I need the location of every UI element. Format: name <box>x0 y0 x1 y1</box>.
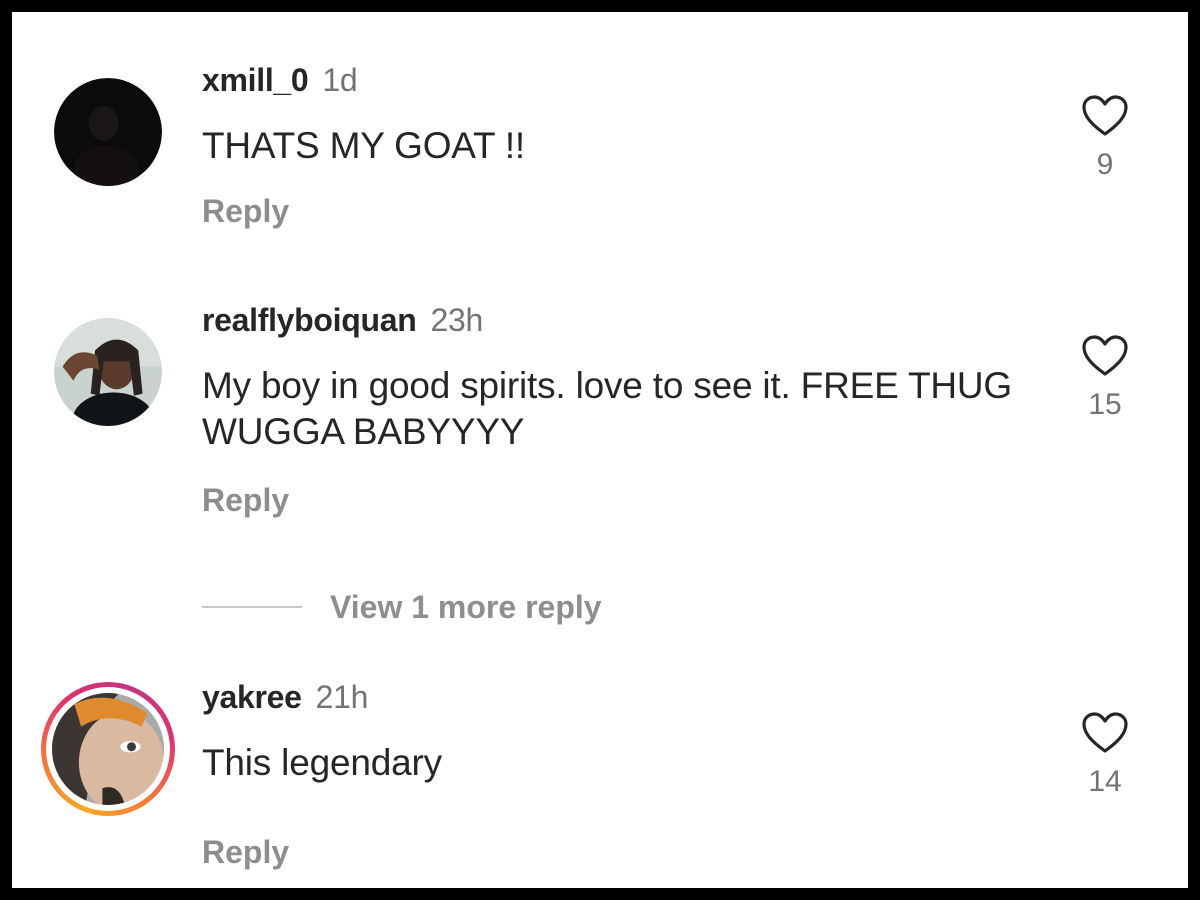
reply-button[interactable]: Reply <box>202 193 289 230</box>
story-ring-inner <box>46 687 170 811</box>
username-text[interactable]: xmill_0 <box>202 62 309 98</box>
username-text[interactable]: yakree <box>202 679 302 715</box>
comment-username[interactable]: yakree 21h <box>202 679 368 716</box>
comment-username[interactable]: xmill_0 1d <box>202 62 358 99</box>
like-button[interactable]: 9 <box>1075 94 1135 182</box>
avatar[interactable] <box>54 318 162 426</box>
heart-icon <box>1082 95 1128 136</box>
comment-time: 23h <box>430 302 484 338</box>
dark-avatar-icon <box>54 78 162 186</box>
comment-text: This legendary <box>202 742 442 783</box>
avatar[interactable] <box>52 693 164 805</box>
comment-time: 21h <box>315 679 369 715</box>
comment-text: My boy in good spirits. love to see it. … <box>202 365 1012 452</box>
reply-button[interactable]: Reply <box>202 834 289 871</box>
person-photo-avatar-icon <box>54 318 162 426</box>
heart-icon <box>1082 335 1128 376</box>
comments-panel: xmill_0 1d THATS MY GOAT !! Reply 9 realf… <box>12 12 1188 888</box>
like-button[interactable]: 14 <box>1075 711 1135 799</box>
username-text[interactable]: realflyboiquan <box>202 302 417 338</box>
reply-button[interactable]: Reply <box>202 482 289 519</box>
person-photo-avatar-icon <box>52 693 164 805</box>
like-count: 14 <box>1088 765 1122 798</box>
view-more-replies-label[interactable]: View 1 more reply <box>330 589 602 626</box>
view-more-replies[interactable]: View 1 more reply <box>202 587 602 627</box>
divider-line <box>202 606 302 608</box>
like-button[interactable]: 15 <box>1075 334 1135 422</box>
like-count: 15 <box>1088 388 1122 421</box>
heart-icon <box>1082 712 1128 753</box>
avatar[interactable] <box>54 78 162 186</box>
comment-text: THATS MY GOAT !! <box>202 125 525 166</box>
story-ring[interactable] <box>41 682 175 816</box>
comment-time: 1d <box>322 62 358 98</box>
comment-username[interactable]: realflyboiquan 23h <box>202 302 483 339</box>
like-count: 9 <box>1096 148 1114 181</box>
